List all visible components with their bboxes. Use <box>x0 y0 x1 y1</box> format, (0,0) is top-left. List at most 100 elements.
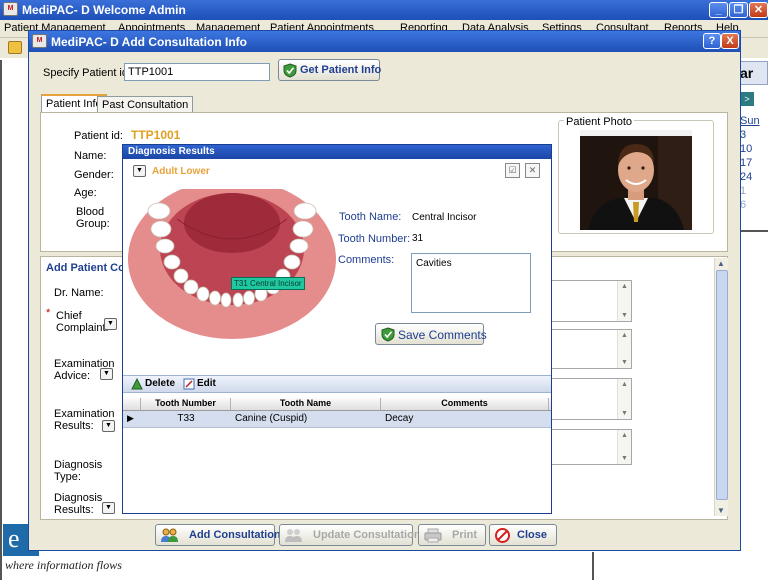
lower-jaw-dental-chart[interactable] <box>127 189 337 341</box>
save-comments-button[interactable]: Save Comments <box>375 323 487 345</box>
blood-group-label: Group: <box>76 218 110 230</box>
delete-icon <box>131 378 143 390</box>
exam-results-label: Examination <box>54 408 115 420</box>
print-label: Print <box>452 529 478 541</box>
patient-photo <box>580 130 692 230</box>
main-window-titlebar: M MediPAC- D Welcome Admin _ ❐ ✕ <box>0 0 768 20</box>
minimize-icon[interactable]: _ <box>709 2 728 18</box>
dialog-close-icon[interactable]: X <box>721 33 739 49</box>
update-consultation-label: Update Consultation <box>313 529 421 541</box>
checkbox-icon[interactable]: ☑ <box>505 163 520 178</box>
edit-label: Edit <box>197 378 216 389</box>
delete-button[interactable]: Delete <box>129 377 179 392</box>
chief-complaint-dropdown-icon[interactable]: ▼ <box>104 318 117 330</box>
dr-name-label: Dr. Name: <box>54 287 104 299</box>
diagnosis-results-dropdown-icon[interactable]: ▼ <box>102 502 115 514</box>
diagnosis-results-label: Results: <box>54 504 94 516</box>
tab-past-consultation[interactable]: Past Consultation <box>97 96 194 113</box>
medipac-app-icon: M <box>32 34 47 48</box>
dr-name-field[interactable]: ▲ ▼ <box>548 280 632 322</box>
calendar-header: ar <box>738 61 768 85</box>
get-patient-info-label: Get Patient Info <box>300 64 382 76</box>
cell-tooth-number[interactable]: T33 <box>141 413 231 427</box>
exam-results-dropdown-icon[interactable]: ▼ <box>102 420 115 432</box>
comments-textarea[interactable]: Cavities <box>411 253 531 313</box>
cell-comments[interactable]: Decay <box>385 413 545 427</box>
tooth-tag-label: T31 Central Incisor <box>231 277 305 290</box>
shield-check-icon <box>283 63 297 78</box>
exam-results-field[interactable]: ▲ ▼ <box>548 429 632 465</box>
specify-patient-id-label: Specify Patient id: <box>43 67 132 79</box>
edit-button[interactable]: Edit <box>181 377 221 392</box>
gender-label: Gender: <box>74 169 114 181</box>
close-button[interactable]: Close <box>489 524 557 546</box>
calendar-day[interactable]: 10 <box>740 143 752 155</box>
toolbar-icon[interactable] <box>8 41 22 54</box>
grid-row-header <box>123 398 141 410</box>
calendar-day-label: Sun <box>740 115 760 127</box>
cell-tooth-name[interactable]: Canine (Cuspid) <box>235 413 379 427</box>
diagnosis-toolbar: Delete Edit <box>123 375 551 393</box>
table-row[interactable]: ▶ T33 Canine (Cuspid) Decay <box>123 411 551 428</box>
column-tooth-name[interactable]: Tooth Name <box>231 398 381 410</box>
add-consultation-button[interactable]: Add Consultation <box>155 524 281 546</box>
comments-label: Comments: <box>338 254 395 266</box>
help-button[interactable]: ? <box>703 33 721 49</box>
column-tooth-number[interactable]: Tooth Number <box>141 398 231 410</box>
printer-icon <box>424 528 442 543</box>
update-users-icon <box>285 529 302 542</box>
tooth-number-label: Tooth Number: <box>338 233 411 245</box>
exam-advice-label: Advice: <box>54 370 91 382</box>
scrollbar-thumb[interactable] <box>716 270 728 500</box>
dialog-titlebar: M MediPAC- D Add Consultation Info ? X <box>29 31 740 52</box>
dialog-title: MediPAC- D Add Consultation Info <box>51 35 247 49</box>
row-selected-icon: ▶ <box>127 413 134 423</box>
calendar-day[interactable]: 24 <box>740 171 752 183</box>
diagnosis-results-window: Diagnosis Results ▼ Adult Lower ☑ ✕ T31 … <box>122 144 552 514</box>
chief-complaint-label: Chief <box>56 310 82 322</box>
maximize-icon[interactable]: ❐ <box>729 2 748 18</box>
edit-icon <box>183 378 195 390</box>
save-comments-label: Save Comments <box>398 328 487 342</box>
no-entry-icon <box>495 528 510 543</box>
close-panel-icon[interactable]: ✕ <box>525 163 540 178</box>
tooth-number-value: 31 <box>412 233 424 244</box>
jaw-selection-label: Adult Lower <box>152 166 210 177</box>
blood-group-label: Blood <box>76 206 105 218</box>
diagnosis-results-label: Diagnosis <box>54 492 103 504</box>
chief-complaint-field[interactable]: ▲ ▼ <box>548 329 632 369</box>
calendar-next-icon[interactable]: > <box>740 92 754 106</box>
chief-complaint-label: Complaint: <box>56 322 109 334</box>
patient-photo-label: Patient Photo <box>564 116 635 128</box>
patient-id-label: Patient id: <box>74 130 123 142</box>
print-button[interactable]: Print <box>418 524 486 546</box>
age-label: Age: <box>74 187 97 199</box>
jaw-dropdown-icon[interactable]: ▼ <box>133 165 146 177</box>
diagnosis-type-label: Type: <box>54 471 81 483</box>
name-label: Name: <box>74 150 107 162</box>
diagnosis-grid-header: Tooth Number Tooth Name Comments <box>123 397 551 411</box>
add-users-icon <box>161 528 178 542</box>
main-window-left-edge <box>0 60 2 580</box>
close-label: Close <box>517 529 547 541</box>
main-window-title: MediPAC- D Welcome Admin <box>22 3 186 17</box>
tooth-name-value: Central Incisor <box>412 212 477 223</box>
patient-id-input[interactable]: TTP1001 <box>124 63 270 81</box>
update-consultation-button[interactable]: Update Consultation <box>279 524 421 546</box>
diagnosis-title: Diagnosis Results <box>128 146 215 157</box>
consultation-scrollbar[interactable]: ▲ ▼ <box>714 258 728 516</box>
column-comments[interactable]: Comments <box>381 398 549 410</box>
main-window-divider <box>592 552 594 580</box>
tagline: where information flows <box>5 558 122 572</box>
exam-advice-field[interactable]: ▲ ▼ <box>548 378 632 420</box>
close-icon[interactable]: ✕ <box>749 2 768 18</box>
delete-label: Delete <box>145 378 176 389</box>
tooth-name-label: Tooth Name: <box>339 211 402 223</box>
diagnosis-titlebar: Diagnosis Results <box>123 145 551 159</box>
exam-advice-dropdown-icon[interactable]: ▼ <box>100 368 113 380</box>
get-patient-info-button[interactable]: Get Patient Info <box>278 59 382 81</box>
calendar-day[interactable]: 17 <box>740 157 752 169</box>
calendar-fragment: ar > Sun 3 10 17 24 1 6 <box>738 58 768 308</box>
patient-portrait-image <box>580 130 692 230</box>
medipac-app-icon: M <box>3 2 18 16</box>
